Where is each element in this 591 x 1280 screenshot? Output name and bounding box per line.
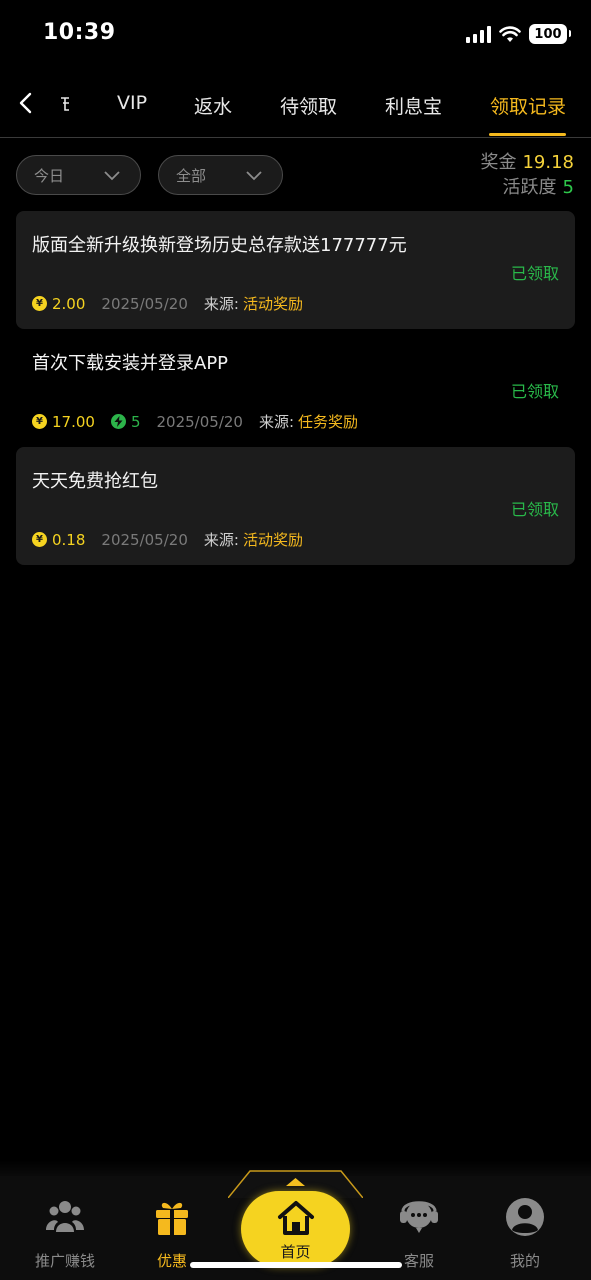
headset-icon xyxy=(400,1201,438,1233)
status-icons: 100 xyxy=(466,24,571,44)
status-time: 10:39 xyxy=(43,20,116,45)
record-source-label: 来源: xyxy=(203,295,239,313)
nav-home-button[interactable]: 首页 xyxy=(241,1191,350,1267)
record-meta: ¥ 17.00 5 2025/05/20 来源: 任务奖励 xyxy=(32,411,358,432)
record-status: 已领取 xyxy=(510,500,559,519)
tab-pending[interactable]: 待领取 xyxy=(280,92,337,119)
record-card: 版面全新升级换新登场历史总存款送177777元 已领取 ¥ 2.00 2025/… xyxy=(16,211,575,329)
tab-rebate[interactable]: 返水 xyxy=(194,92,232,119)
record-source: 任务奖励 xyxy=(298,413,359,431)
lightning-icon xyxy=(110,414,126,429)
bonus-label: 奖金 xyxy=(480,152,517,173)
record-date: 2025/05/20 xyxy=(101,530,188,549)
cut-off-tab-glyph xyxy=(61,97,69,111)
chevron-down-icon xyxy=(104,171,120,181)
nav-label: 推广赚钱 xyxy=(34,1252,95,1270)
coin-icon: ¥ xyxy=(32,296,47,311)
user-icon xyxy=(506,1198,544,1236)
record-status: 已领取 xyxy=(510,264,559,283)
people-icon xyxy=(46,1201,84,1232)
coin-icon: ¥ xyxy=(32,414,47,429)
date-filter-value: 今日 xyxy=(34,166,65,185)
record-title: 首次下载安装并登录APP xyxy=(32,353,229,374)
battery-icon: 100 xyxy=(529,24,571,44)
activity-value: 5 xyxy=(562,177,574,198)
nav-profile[interactable]: 我的 xyxy=(480,1196,570,1271)
record-amount: 2.00 xyxy=(52,294,86,313)
active-tab-indicator xyxy=(489,133,566,136)
tab-partial[interactable] xyxy=(60,92,70,119)
gift-icon xyxy=(156,1202,188,1235)
record-source: 活动奖励 xyxy=(242,531,303,549)
type-filter-dropdown[interactable]: 全部 xyxy=(158,155,283,195)
home-icon xyxy=(278,1201,314,1235)
nav-offers[interactable]: 优惠 xyxy=(127,1196,217,1271)
record-source-label: 来源: xyxy=(258,413,295,431)
nav-support[interactable]: 客服 xyxy=(374,1196,464,1271)
summary: 奖金 19.18 活跃度 5 xyxy=(480,150,574,200)
record-source-label: 来源: xyxy=(203,531,239,549)
chevron-down-icon xyxy=(246,171,262,181)
record-amount: 0.18 xyxy=(52,530,86,549)
nav-promote[interactable]: 推广赚钱 xyxy=(20,1196,110,1271)
record-card: 首次下载安装并登录APP 已领取 ¥ 17.00 5 2025/05/20 来源… xyxy=(16,329,575,447)
date-filter-dropdown[interactable]: 今日 xyxy=(16,155,141,195)
record-title: 版面全新升级换新登场历史总存款送177777元 xyxy=(32,235,407,256)
tab-vip[interactable]: VIP xyxy=(117,92,147,114)
tab-navigation: VIP 返水 待领取 利息宝 领取记录 xyxy=(0,72,591,138)
record-title: 天天免费抢红包 xyxy=(32,471,158,492)
signal-icon xyxy=(466,25,491,43)
type-filter-value: 全部 xyxy=(176,166,207,185)
coin-icon: ¥ xyxy=(32,532,47,547)
page: 10:39 100 VIP 返水 待领取 利息宝 领取记录 今日 全部 奖金 1… xyxy=(0,0,591,1280)
record-card: 天天免费抢红包 已领取 ¥ 0.18 2025/05/20 来源: 活动奖励 xyxy=(16,447,575,565)
record-amount: 17.00 xyxy=(52,412,95,431)
bonus-value: 19.18 xyxy=(522,152,574,173)
activity-summary: 活跃度 5 xyxy=(480,175,574,200)
record-meta: ¥ 2.00 2025/05/20 来源: 活动奖励 xyxy=(32,293,303,314)
wifi-icon xyxy=(499,25,521,42)
back-button[interactable] xyxy=(14,88,38,118)
tab-interest[interactable]: 利息宝 xyxy=(385,92,442,119)
record-date: 2025/05/20 xyxy=(101,294,188,313)
status-bar: 10:39 100 xyxy=(0,0,591,72)
tab-claim-records[interactable]: 领取记录 xyxy=(490,92,566,119)
record-status: 已领取 xyxy=(510,382,559,401)
record-source: 活动奖励 xyxy=(242,295,303,313)
bonus-summary: 奖金 19.18 xyxy=(480,150,574,175)
record-activity: 5 xyxy=(130,412,141,431)
record-meta: ¥ 0.18 2025/05/20 来源: 活动奖励 xyxy=(32,529,303,550)
record-date: 2025/05/20 xyxy=(156,412,243,431)
home-indicator xyxy=(190,1262,402,1268)
nav-label: 我的 xyxy=(509,1252,540,1270)
activity-label: 活跃度 xyxy=(502,177,557,198)
nav-label: 首页 xyxy=(280,1243,311,1261)
